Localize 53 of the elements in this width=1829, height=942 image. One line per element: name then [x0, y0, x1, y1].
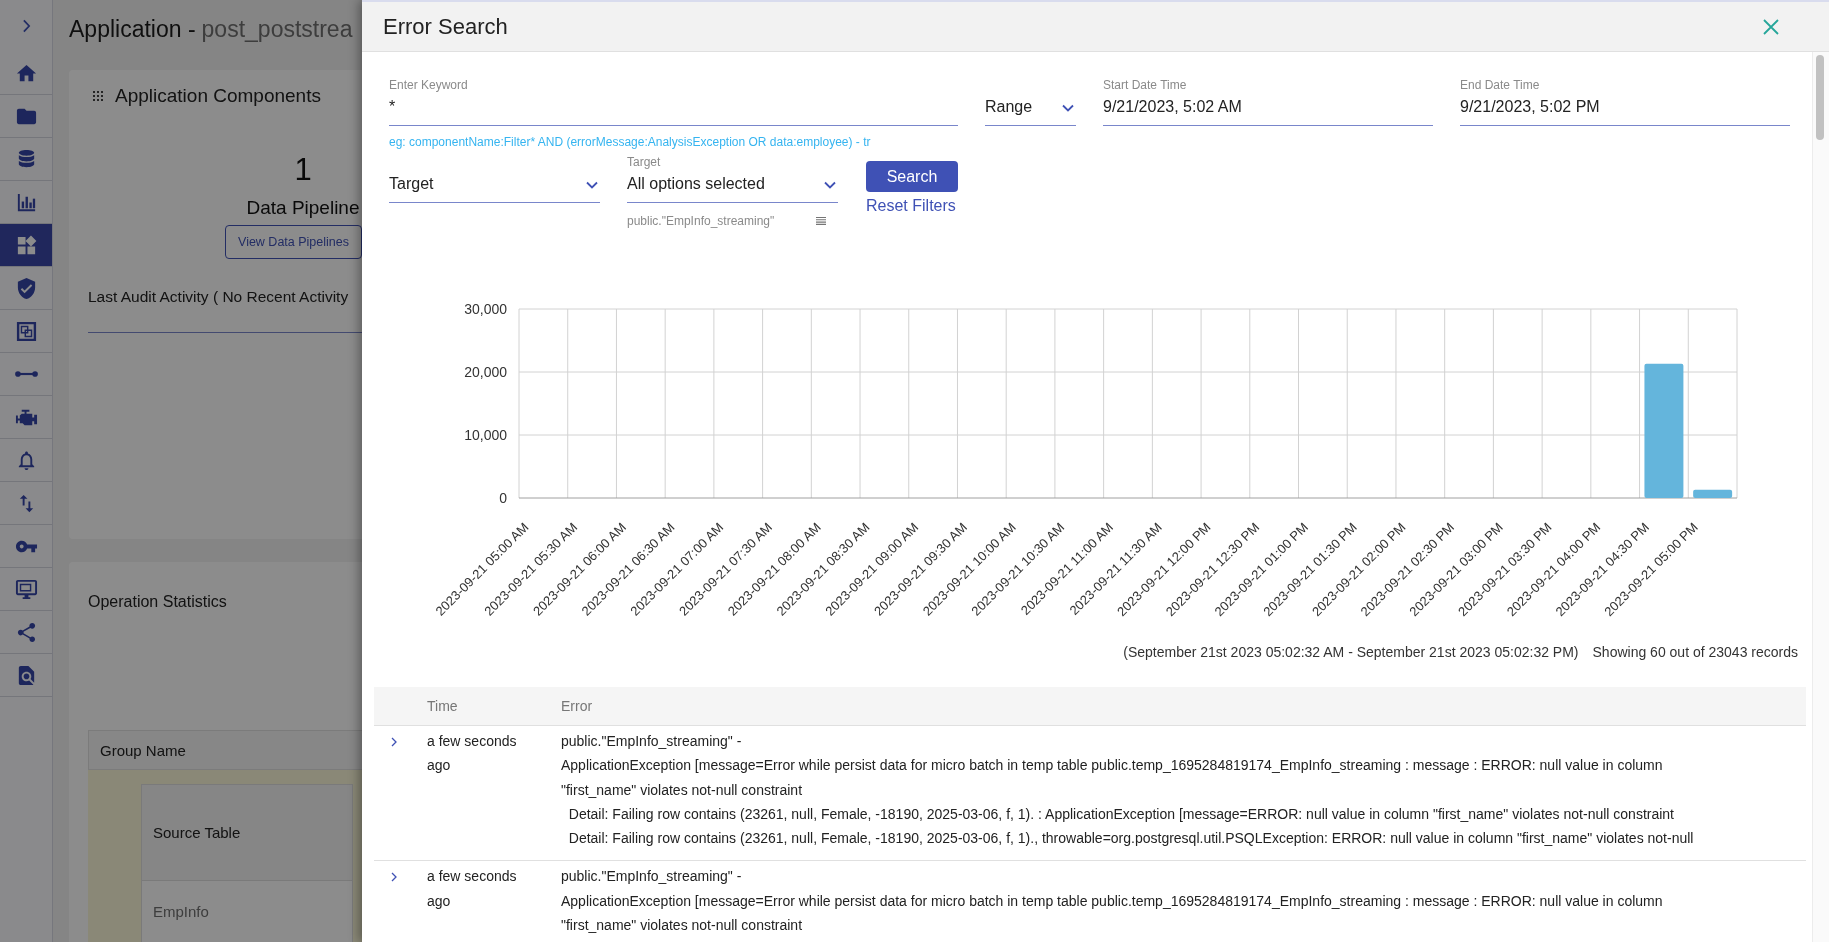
range-select[interactable]: Range [985, 93, 1076, 126]
monitor-icon [14, 577, 38, 601]
chevron-right-icon[interactable] [21, 19, 31, 33]
error-message: public."EmpInfo_streaming" - ApplicationException [message=Error while persist data for micro batch in temp table public.temp_1695284819174_EmpInfo_streaming : message : ERROR: null value in column "first_name" violates not-null constraint [561, 867, 1664, 936]
card-title: Application Components [115, 85, 321, 107]
drag-handle-icon[interactable] [93, 91, 103, 101]
sidebar-item[interactable] [0, 224, 52, 267]
expand-chevron-icon[interactable] [391, 872, 397, 883]
scrollbar-thumb[interactable] [1816, 55, 1824, 140]
page-title: Application - [69, 15, 196, 43]
time-cell-text: a few seconds ago [427, 867, 518, 911]
y-axis-label: 30,000 [464, 301, 507, 317]
keyword-field[interactable]: * [389, 93, 958, 126]
card-title: Operation Statistics [88, 593, 227, 611]
column-header: Time [427, 698, 459, 714]
end-date-field[interactable]: 9/21/2023, 5:02 PM [1460, 93, 1790, 126]
table-header-cell: Group Name [88, 730, 362, 770]
table-header-cell: Source Table [141, 784, 353, 881]
search-button[interactable]: Search [866, 161, 958, 192]
connector-icon [14, 371, 38, 377]
multi-select-dropdown[interactable]: All options selected [627, 170, 838, 203]
date-range-caption: (September 21st 2023 05:02:32 AM - September 21st 2023 05:02:32 PM) [1123, 643, 1579, 661]
pipeline-count-label: Data Pipeline [246, 196, 360, 220]
start-date-field[interactable]: 9/21/2023, 5:02 AM [1103, 93, 1433, 126]
column-header: Error [561, 698, 594, 714]
error-message: public."EmpInfo_streaming" - ApplicationException [message=Error while persist data for micro batch in temp table public.temp_1695284819174_EmpInfo_streaming : message : ERROR: null value in column "first_name" violates not-null constraint Detail: Failing row contains (23261, null, Female, -18190, 2025-03-06, f, 1). : ApplicationException [message=ERROR: null value in column "first_name" violates not-null constraint Detail: Failing row contains (23261, null, Female, -18190, 2025-03-06, f, 1)., throwable=org.postgresql.util.PSQLException: ERROR: null value in column "first_name" violates not-null [561, 732, 1695, 849]
keyword-hint: eg: componentName:Filter* AND (errorMessage:AnalysisException OR data:employee) - tr [389, 135, 872, 149]
time-cell-text: a few seconds ago [427, 732, 518, 776]
chevron-down-icon [824, 181, 836, 189]
chevron-down-icon [1062, 104, 1074, 112]
field-label: Enter Keyword [389, 78, 469, 92]
nested-squares-icon [14, 319, 38, 343]
y-axis-label: 0 [499, 490, 507, 506]
table-cell: EmpInfo [141, 881, 353, 942]
view-pipelines-button[interactable]: View Data Pipelines [225, 225, 362, 259]
chart-bar [1693, 489, 1733, 498]
dialog-title: Error Search [383, 13, 508, 40]
list-icon[interactable] [816, 217, 826, 225]
close-icon[interactable] [1763, 18, 1779, 35]
record-count-caption: Showing 60 out of 23043 records [1592, 643, 1798, 661]
field-label: Target [627, 155, 662, 169]
target-dropdown[interactable]: Target [389, 170, 600, 203]
y-axis-label: 10,000 [464, 427, 507, 443]
chevron-down-icon [586, 181, 598, 189]
application-name: post_poststrea [201, 15, 353, 43]
expand-chevron-icon[interactable] [391, 737, 397, 747]
reset-filters-link[interactable]: Reset Filters [866, 197, 956, 215]
field-label: End Date Time [1460, 78, 1541, 92]
audit-activity-text: Last Audit Activity ( No Recent Activity [88, 287, 350, 306]
pipeline-count: 1 [294, 153, 312, 187]
selected-target-text: public."EmpInfo_streaming" [627, 214, 775, 228]
y-axis-label: 20,000 [464, 364, 507, 380]
field-label: Start Date Time [1103, 78, 1188, 92]
